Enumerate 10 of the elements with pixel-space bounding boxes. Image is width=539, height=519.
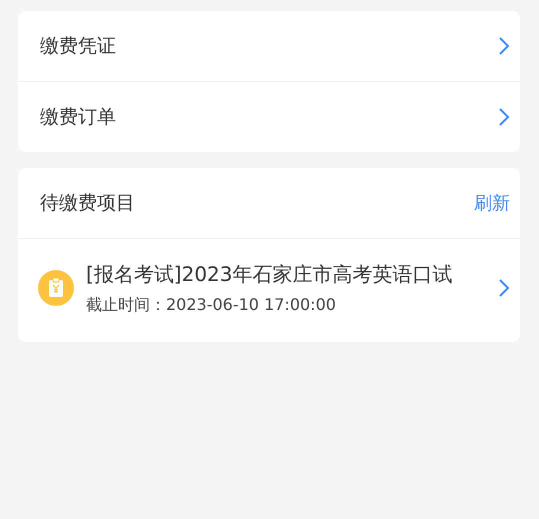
chevron-right-icon: [498, 107, 510, 127]
pending-item[interactable]: [报名考试]2023年石家庄市高考英语口试 截止时间：2023-06-10 17:00:00: [18, 239, 520, 342]
section-title: 待缴费项目: [40, 191, 135, 216]
deadline-text: 截止时间：2023-06-10 17:00:00: [86, 295, 337, 316]
chevron-right-icon: [498, 36, 510, 56]
bill-icon: [38, 270, 74, 306]
item-title: [报名考试]2023年石家庄市高考英语口试: [86, 261, 454, 288]
menu-item[interactable]: 缴费凭证: [18, 11, 520, 81]
menu-item[interactable]: 缴费订单: [18, 81, 520, 152]
chevron-right-icon: [498, 278, 510, 298]
